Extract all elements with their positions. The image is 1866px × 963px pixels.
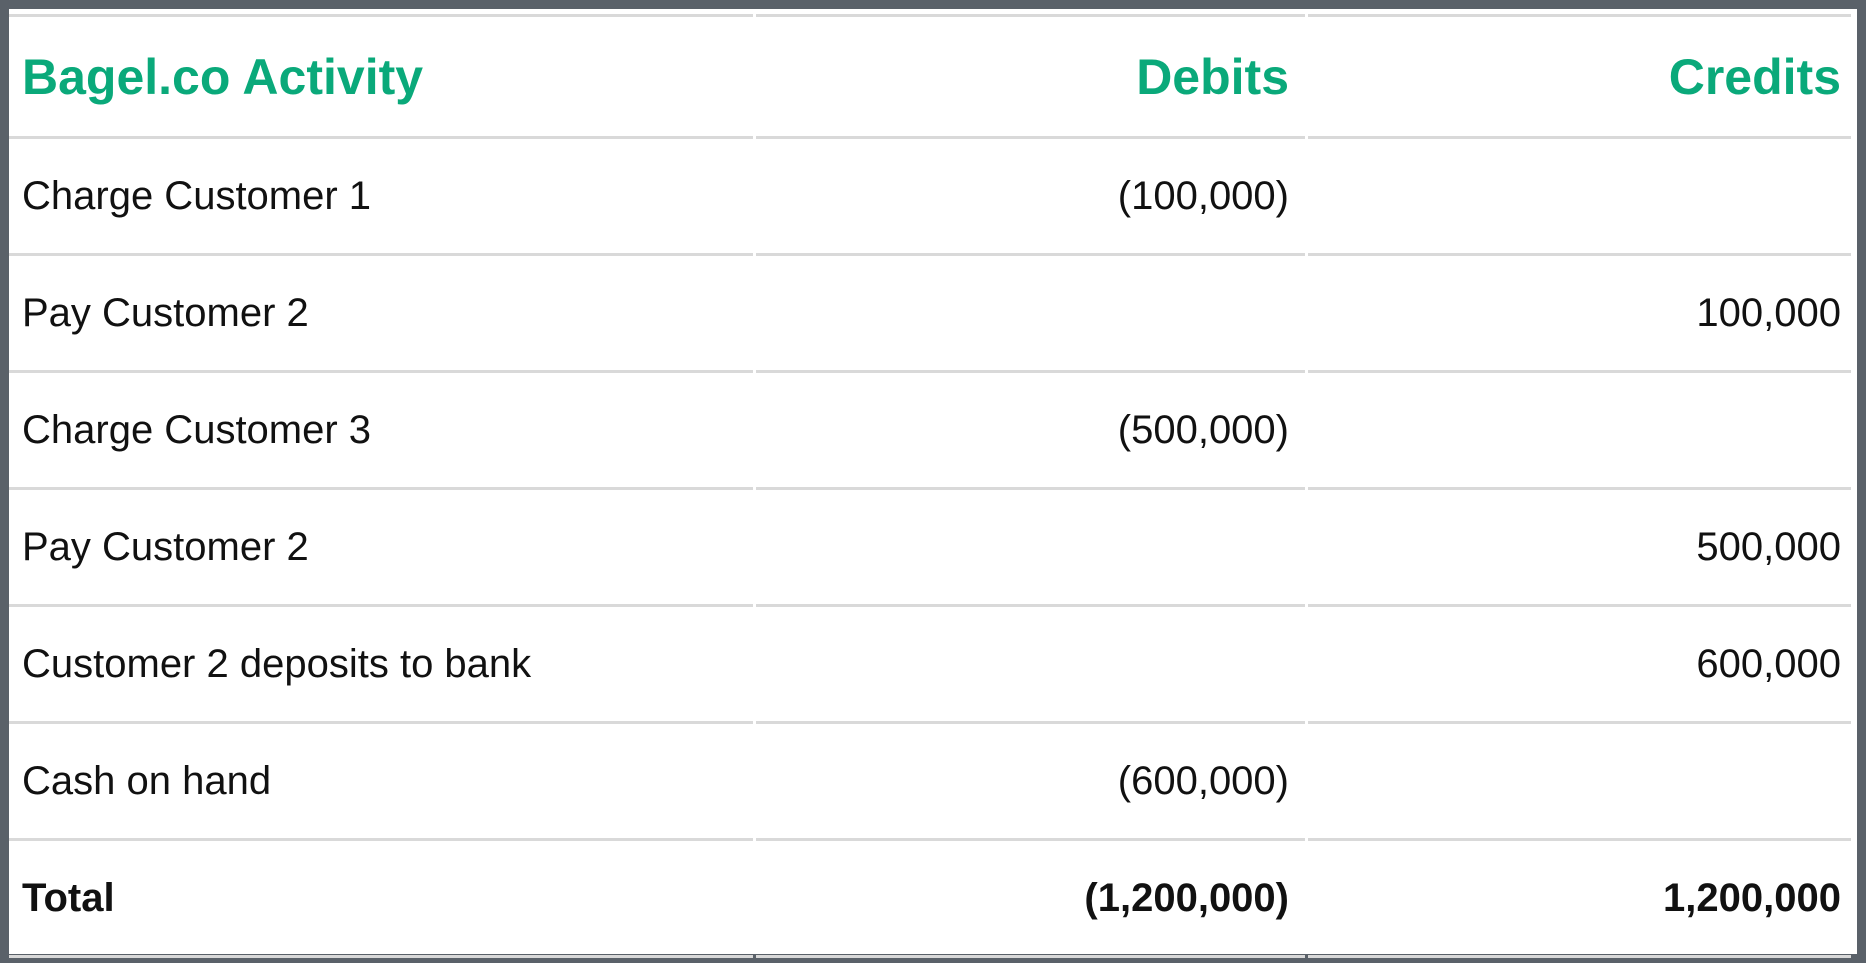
activity-cell: Customer 2 deposits to bank <box>9 604 753 721</box>
header-debits: Debits <box>756 14 1305 136</box>
credit-cell: 600,000 <box>1308 604 1851 721</box>
debit-cell <box>756 604 1305 721</box>
credit-cell: 100,000 <box>1308 253 1851 370</box>
header-activity: Bagel.co Activity <box>9 14 753 136</box>
credit-cell <box>1308 136 1851 253</box>
credit-cell: 500,000 <box>1308 487 1851 604</box>
debit-cell: (600,000) <box>756 721 1305 838</box>
total-row: Total (1,200,000) 1,200,000 <box>9 838 1851 958</box>
total-debit: (1,200,000) <box>756 838 1305 958</box>
activity-cell: Charge Customer 1 <box>9 136 753 253</box>
table-row: Charge Customer 1 (100,000) <box>9 136 1851 253</box>
activity-cell: Pay Customer 2 <box>9 487 753 604</box>
table-row: Cash on hand (600,000) <box>9 721 1851 838</box>
table-row: Pay Customer 2 100,000 <box>9 253 1851 370</box>
header-row: Bagel.co Activity Debits Credits <box>9 14 1851 136</box>
activity-cell: Charge Customer 3 <box>9 370 753 487</box>
table-row: Customer 2 deposits to bank 600,000 <box>9 604 1851 721</box>
debit-cell <box>756 487 1305 604</box>
debit-cell <box>756 253 1305 370</box>
activity-table: Bagel.co Activity Debits Credits Charge … <box>6 14 1854 958</box>
activity-cell: Cash on hand <box>9 721 753 838</box>
table-row: Charge Customer 3 (500,000) <box>9 370 1851 487</box>
total-label: Total <box>9 838 753 958</box>
activity-cell: Pay Customer 2 <box>9 253 753 370</box>
table-row: Pay Customer 2 500,000 <box>9 487 1851 604</box>
total-credit: 1,200,000 <box>1308 838 1851 958</box>
ledger-sheet: Bagel.co Activity Debits Credits Charge … <box>9 9 1857 958</box>
credit-cell <box>1308 721 1851 838</box>
debit-cell: (500,000) <box>756 370 1305 487</box>
header-credits: Credits <box>1308 14 1851 136</box>
credit-cell <box>1308 370 1851 487</box>
debit-cell: (100,000) <box>756 136 1305 253</box>
